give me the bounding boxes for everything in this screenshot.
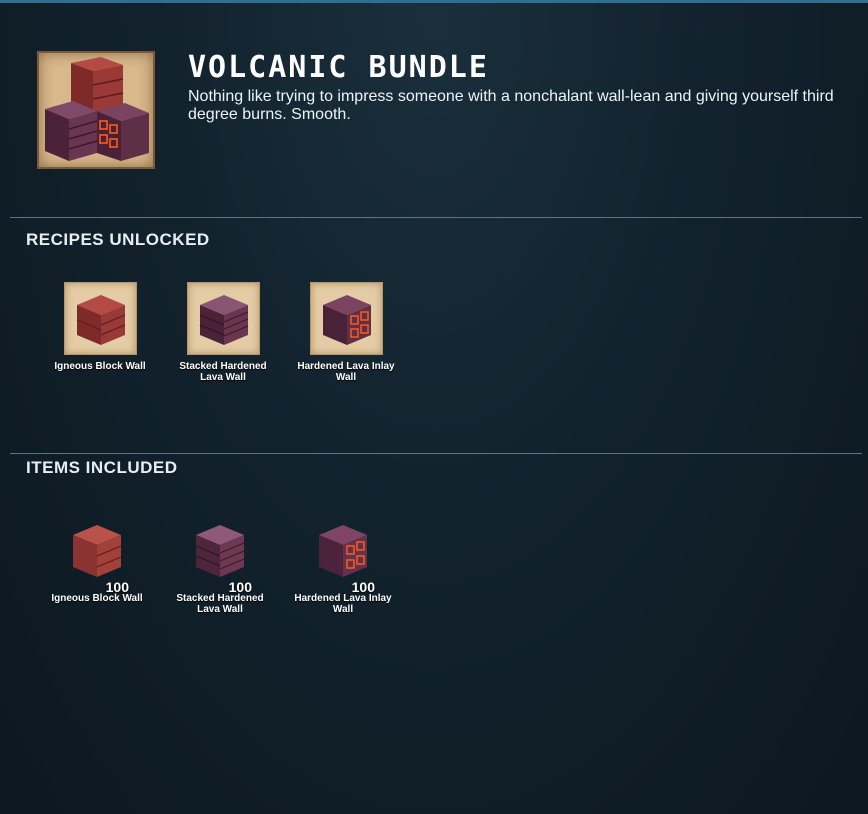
stacked-hardened-lava-wall-icon <box>190 521 250 581</box>
hardened-lava-inlay-wall-icon <box>313 521 373 581</box>
included-stacked-hardened-lava-wall[interactable]: 100 Stacked Hardened Lava Wall <box>170 521 270 615</box>
bundle-description: Nothing like trying to impress someone w… <box>188 88 834 123</box>
recipe-stacked-hardened-lava-wall[interactable]: Stacked Hardened Lava Wall <box>173 282 273 383</box>
item-label: Igneous Block Wall <box>51 593 143 604</box>
item-label: Stacked Hardened Lava Wall <box>176 593 264 615</box>
volcanic-bundle-icon <box>37 51 155 169</box>
recipe-igneous-block-wall[interactable]: Igneous Block Wall <box>50 282 150 372</box>
recipes-unlocked-heading: RECIPES UNLOCKED <box>26 230 210 249</box>
item-label: Hardened Lava Inlay Wall <box>294 593 392 615</box>
bundle-title: VOLCANIC BUNDLE <box>188 50 489 85</box>
included-igneous-block-wall[interactable]: 100 Igneous Block Wall <box>47 521 147 604</box>
bundle-header: VOLCANIC BUNDLE Nothing like trying to i… <box>0 3 868 218</box>
bundle-detail-panel: VOLCANIC BUNDLE Nothing like trying to i… <box>0 0 868 814</box>
recipe-label: Igneous Block Wall <box>54 361 146 372</box>
item-quantity: 100 <box>351 579 375 595</box>
recipe-label: Stacked Hardened Lava Wall <box>179 361 267 383</box>
igneous-block-wall-icon <box>63 282 137 355</box>
section-divider <box>10 453 862 454</box>
items-included-heading: ITEMS INCLUDED <box>26 458 178 477</box>
included-hardened-lava-inlay-wall[interactable]: 100 Hardened Lava Inlay Wall <box>293 521 393 615</box>
hardened-lava-inlay-wall-icon <box>309 282 383 355</box>
igneous-block-wall-icon <box>67 521 127 581</box>
stacked-hardened-lava-wall-icon <box>186 282 260 355</box>
item-quantity: 100 <box>105 579 129 595</box>
header-divider <box>10 217 862 218</box>
recipe-hardened-lava-inlay-wall[interactable]: Hardened Lava Inlay Wall <box>296 282 396 383</box>
item-quantity: 100 <box>228 579 252 595</box>
recipe-label: Hardened Lava Inlay Wall <box>297 361 395 383</box>
